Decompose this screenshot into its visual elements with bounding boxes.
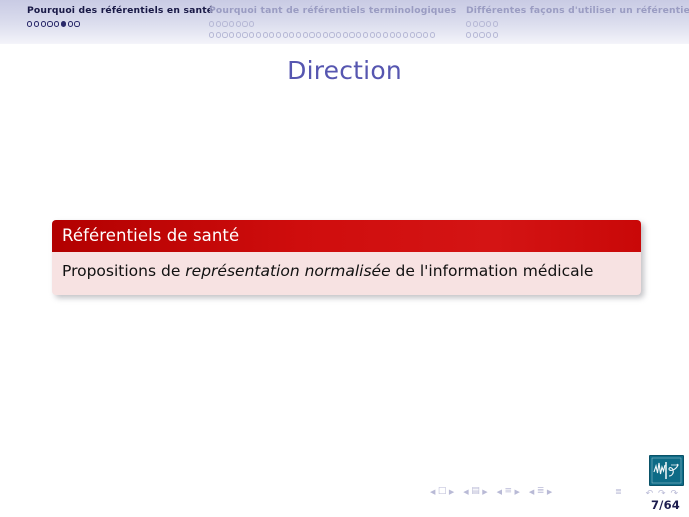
slide-dot[interactable] [316,32,322,38]
content-block: Référentiels de santé Propositions de re… [52,220,641,295]
slide-dot[interactable] [215,32,221,38]
navigation-header-bar: Pourquoi des référentiels en santé Pourq… [0,0,689,44]
page-number: 7/64 [650,498,680,512]
section-icon[interactable]: ≣ [537,487,545,496]
slide-dot[interactable] [215,21,221,27]
slide-dot[interactable] [376,32,382,38]
slide-dot[interactable] [423,32,429,38]
block-body-emphasis: représentation normalisée [185,262,391,280]
slide-dot[interactable] [329,32,335,38]
nav-section-pourquoi-tant-de-referentiels-terminologiques[interactable]: Pourquoi tant de référentiels terminolog… [209,0,456,40]
block-body-text-before: Propositions de [62,262,186,280]
slide-dot[interactable] [479,32,485,38]
slide-dot[interactable] [356,32,362,38]
nav-section-slide-dots-row[interactable] [209,19,456,29]
block-title: Référentiels de santé [52,220,641,252]
slide-dot[interactable] [40,21,46,27]
nav-section-title: Pourquoi tant de référentiels terminolog… [209,5,457,16]
subsection-icon[interactable]: ≡ [504,487,512,496]
nav-section-slide-dots-row[interactable] [27,19,213,29]
slide-dot[interactable] [402,32,409,38]
slide-dot[interactable] [389,32,395,38]
nav-section-slide-dots-row[interactable] [209,30,456,40]
slide-dot[interactable] [302,32,308,38]
block-body-text-after: de l'information médicale [390,262,594,280]
slide-dot[interactable] [60,21,67,27]
slide-dot[interactable] [67,21,73,27]
slide-dot[interactable] [369,32,375,38]
slide-dot[interactable] [242,21,248,27]
doc-structure-icon[interactable]: ≣ [615,487,622,496]
slide-dot[interactable] [466,21,472,27]
nav-symbol-group-section[interactable]: ◀ ≣ ▶ [529,487,552,496]
slide-dot[interactable] [27,21,33,27]
slide-dot[interactable] [249,32,255,38]
slide-dot[interactable] [275,32,282,38]
slide-dot[interactable] [492,21,498,27]
next-frame-icon[interactable]: ▶ [482,488,487,496]
slide-dot[interactable] [229,21,235,27]
slide-dot[interactable] [209,21,215,27]
next-subsection-icon[interactable]: ▶ [515,488,520,496]
prev-section-icon[interactable]: ◀ [529,488,534,496]
slide-dot[interactable] [289,32,295,38]
slide-dot[interactable] [349,32,355,38]
slide-dot[interactable] [229,32,235,38]
prev-subsection-icon[interactable]: ◀ [497,488,502,496]
slide-title: Direction [287,56,402,85]
slide-dot[interactable] [336,32,342,38]
nav-symbol-group-frame[interactable]: ◀ ▤ ▶ [463,487,487,496]
slide-dot[interactable] [262,32,268,38]
slide-dot[interactable] [222,21,228,27]
slide-dot[interactable] [209,32,215,38]
slide-dot[interactable] [249,21,255,27]
logo-artwork-icon [650,456,683,485]
slide-dot[interactable] [466,32,472,38]
slide-dot[interactable] [342,32,348,38]
slide-dot[interactable] [242,32,248,38]
nav-section-slide-dots-row[interactable] [466,19,689,29]
slide-dot[interactable] [282,32,288,38]
slide-dot[interactable] [492,32,498,38]
nav-section-title: Pourquoi des référentiels en santé [27,5,214,16]
slide-dot[interactable] [409,32,415,38]
beamer-navigation-symbols[interactable]: ◀ □ ▶ ◀ ▤ ▶ ◀ ≡ ▶ ◀ ≣ ▶ [430,487,552,496]
nav-symbol-group-subsection[interactable]: ◀ ≡ ▶ [497,487,520,496]
prev-slide-icon[interactable]: ◀ [430,488,435,496]
slide-dot[interactable] [33,21,39,27]
slide-dot[interactable] [309,32,315,38]
nav-symbol-group-slide[interactable]: ◀ □ ▶ [430,487,454,496]
slide-dot[interactable] [54,21,60,27]
slide-dot[interactable] [472,21,478,27]
nav-section-differentes-facons-d-utiliser-un-referentiel[interactable]: Différentes façons d'utiliser un référen… [466,0,689,40]
prev-frame-icon[interactable]: ◀ [463,488,468,496]
slide-dot[interactable] [74,21,80,27]
nav-section-pourquoi-des-referentiels-en-sante[interactable]: Pourquoi des référentiels en santé [27,0,213,29]
slide-dot[interactable] [472,32,478,38]
slide-dot[interactable] [382,32,389,38]
slide-dot[interactable] [429,32,435,38]
slide-icon[interactable]: □ [438,487,447,496]
frame-icon[interactable]: ▤ [471,487,480,496]
slide-dot[interactable] [486,32,492,38]
slide-dot[interactable] [47,21,53,27]
slide-dot[interactable] [269,32,275,38]
slide-dot[interactable] [295,32,302,38]
slide-dot[interactable] [486,21,492,27]
institution-logo [649,455,684,486]
slide-dot[interactable] [416,32,422,38]
slide-dot[interactable] [479,21,485,27]
slide-dot[interactable] [255,32,261,38]
block-body: Propositions de représentation normalisé… [52,252,641,295]
nav-section-slide-dots-row[interactable] [466,30,689,40]
next-slide-icon[interactable]: ▶ [449,488,454,496]
slide-dot[interactable] [235,32,241,38]
nav-section-title: Différentes façons d'utiliser un référen… [466,5,689,16]
slide-dot[interactable] [222,32,228,38]
slide-dot[interactable] [322,32,328,38]
next-section-icon[interactable]: ▶ [547,488,552,496]
slide-dot[interactable] [396,32,402,38]
slide-dot[interactable] [362,32,368,38]
slide-dot[interactable] [235,21,241,27]
